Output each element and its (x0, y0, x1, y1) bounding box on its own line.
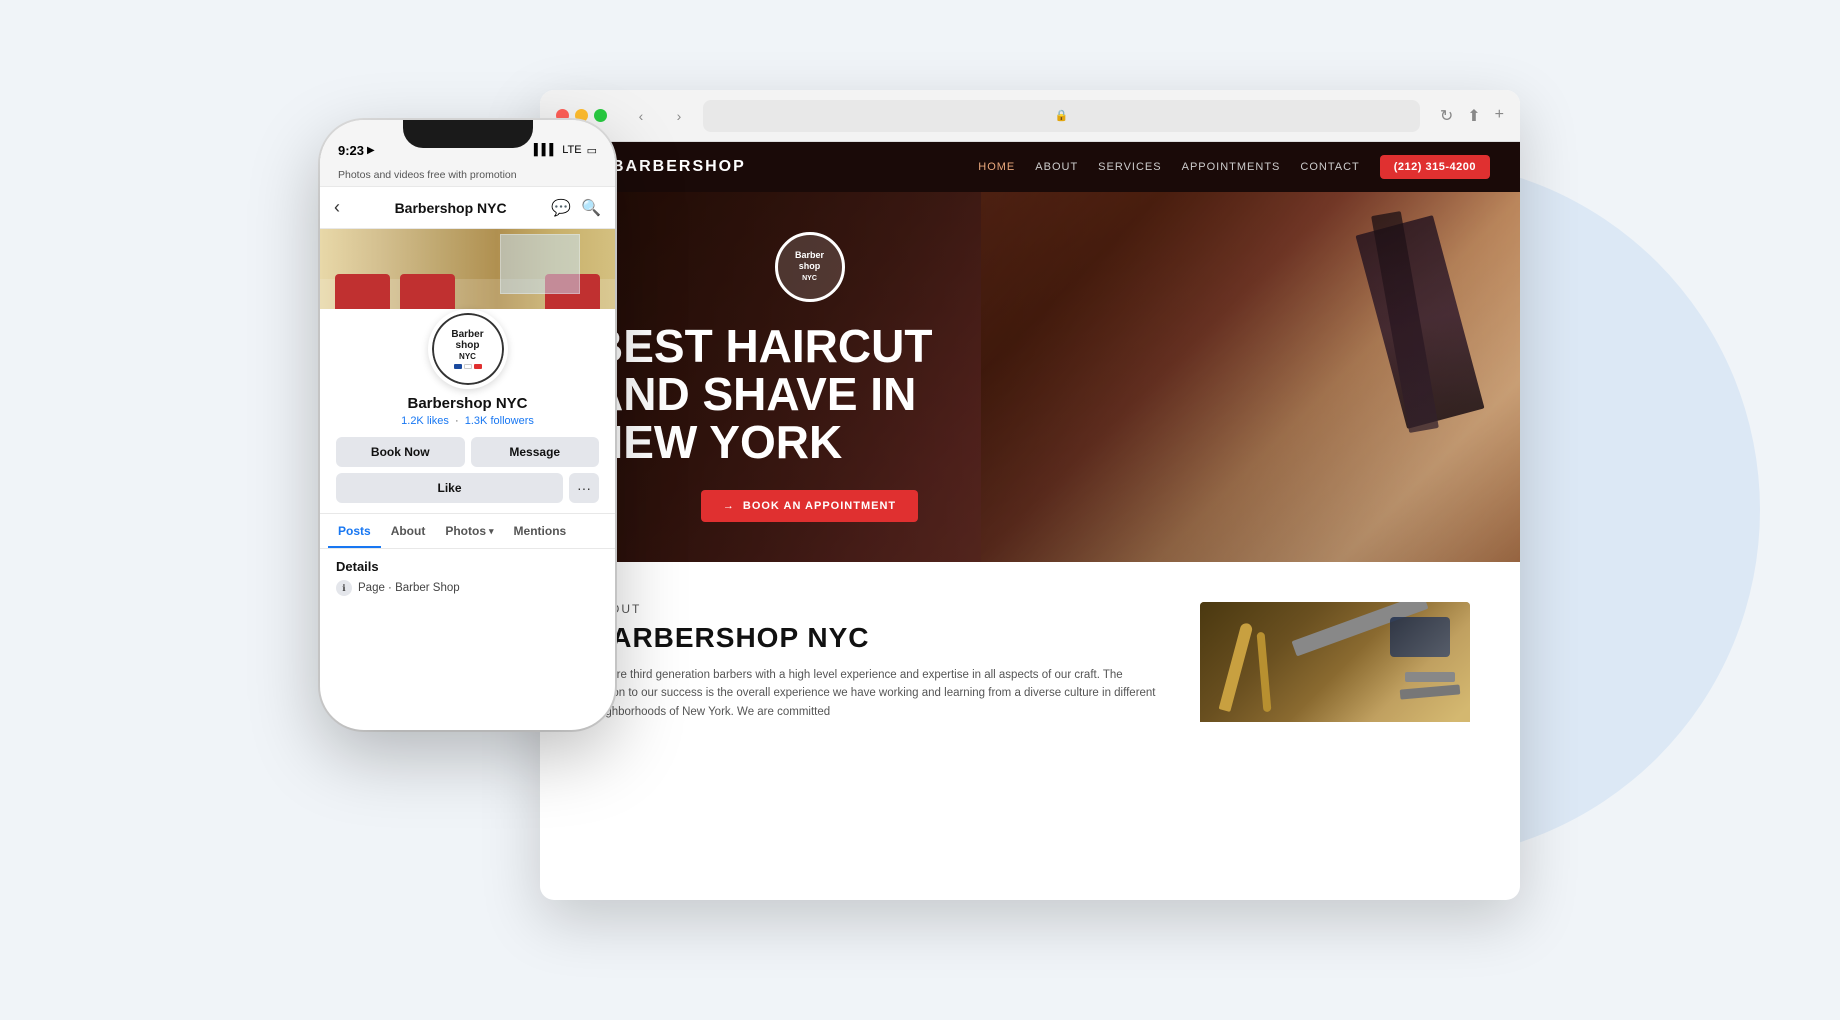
browser-back-button[interactable]: ‹ (627, 102, 655, 130)
browser-forward-button[interactable]: › (665, 102, 693, 130)
new-tab-button[interactable]: + (1495, 106, 1504, 126)
search-icon[interactable]: 🔍 (581, 198, 601, 218)
phone-nav-bar: ‹ Barbershop NYC 💬 🔍 (320, 187, 615, 229)
phone-page-title: Barbershop NYC (350, 200, 551, 216)
cta-label: BOOK AN APPOINTMENT (743, 500, 896, 512)
avatar-line2: shop (451, 340, 483, 352)
site-navigation: Barber shop NYC BARBERSHOP HOME ABOUT SE… (540, 142, 1520, 192)
about-section: ABOUT BARBERSHOP NYC We are third genera… (540, 562, 1520, 722)
browser-actions: ↻ ⬆ + (1440, 106, 1504, 126)
nav-link-appointments[interactable]: APPOINTMENTS (1182, 161, 1281, 173)
hero-section: Barber shop NYC BEST HAIRCUT AND SHAVE I… (540, 192, 1520, 562)
phone-nav-icons: 💬 🔍 (551, 198, 601, 218)
battery-icon: ▭ (587, 144, 597, 157)
fb-page-name: Barbershop NYC (336, 395, 599, 412)
status-time: 9:23 (338, 143, 364, 158)
browser-chrome: ‹ › 🔒 ↻ ⬆ + (540, 90, 1520, 142)
tab-photos-dropdown: Photos ▾ (445, 524, 493, 538)
phone-notch (403, 120, 533, 148)
avatar-inner: Barber shop NYC (432, 313, 504, 385)
chevron-down-icon: ▾ (489, 526, 494, 537)
about-text: ABOUT BARBERSHOP NYC We are third genera… (590, 602, 1160, 721)
fb-avatar: Barber shop NYC (428, 309, 508, 389)
website-content: Barber shop NYC BARBERSHOP HOME ABOUT SE… (540, 142, 1520, 900)
like-button[interactable]: Like (336, 473, 563, 503)
likes-count: 1.2K (401, 415, 424, 427)
share-button[interactable]: ⬆ (1467, 106, 1480, 126)
followers-label: followers (490, 415, 533, 427)
avatar-line3: NYC (451, 352, 483, 361)
avatar-line1: Barber (451, 329, 483, 341)
tab-photos[interactable]: Photos ▾ (435, 514, 503, 548)
reload-button[interactable]: ↻ (1440, 106, 1453, 126)
scene-container: ‹ › 🔒 ↻ ⬆ + Barber shop NYC (320, 60, 1520, 960)
phone-back-button[interactable]: ‹ (334, 197, 340, 218)
tab-about[interactable]: About (381, 514, 436, 548)
about-image (1200, 602, 1470, 722)
hero-cta-button[interactable]: → BOOK AN APPOINTMENT (701, 490, 918, 522)
tab-mentions[interactable]: Mentions (504, 514, 577, 548)
page-category-label: Page · Barber Shop (358, 582, 460, 594)
cta-arrow: → (723, 500, 735, 512)
fb-page-stats: 1.2K likes · 1.3K followers (336, 415, 599, 427)
fb-action-buttons-row2: Like ··· (336, 473, 599, 503)
fb-action-buttons-row1: Book Now Message (336, 437, 599, 467)
nav-phone-button[interactable]: (212) 315-4200 (1380, 155, 1490, 179)
hero-content: Barber shop NYC BEST HAIRCUT AND SHAVE I… (540, 232, 1079, 523)
info-icon: ℹ (336, 580, 352, 596)
tab-posts[interactable]: Posts (328, 514, 381, 548)
about-section-title: BARBERSHOP NYC (590, 622, 1160, 654)
browser-window: ‹ › 🔒 ↻ ⬆ + Barber shop NYC (540, 90, 1520, 900)
address-bar[interactable]: 🔒 (703, 100, 1420, 132)
signal-icon: ▌▌▌ (534, 144, 557, 156)
nav-link-services[interactable]: SERVICES (1098, 161, 1161, 173)
followers-count: 1.3K (465, 415, 488, 427)
phone-frame: 9:23 ▶ ▌▌▌ LTE ▭ Photos and videos free … (320, 120, 615, 730)
fb-detail-item: ℹ Page · Barber Shop (336, 580, 599, 596)
lte-label: LTE (562, 144, 581, 156)
more-options-button[interactable]: ··· (569, 473, 599, 503)
fb-details-section: Details ℹ Page · Barber Shop (320, 549, 615, 606)
lock-icon: 🔒 (1055, 109, 1069, 122)
hero-title: BEST HAIRCUT AND SHAVE IN NEW YORK (590, 322, 1029, 467)
nav-link-contact[interactable]: CONTACT (1300, 161, 1359, 173)
messenger-icon[interactable]: 💬 (551, 198, 571, 218)
status-icons: ▌▌▌ LTE ▭ (534, 144, 597, 157)
hero-logo-badge: Barber shop NYC (775, 232, 845, 302)
message-button[interactable]: Message (471, 437, 600, 467)
promo-bar: Photos and videos free with promotion (320, 164, 615, 187)
about-description: We are third generation barbers with a h… (590, 666, 1160, 721)
site-logo-text: BARBERSHOP (612, 158, 746, 176)
location-arrow-icon: ▶ (367, 145, 375, 156)
nav-link-about[interactable]: ABOUT (1035, 161, 1078, 173)
window (500, 234, 580, 294)
fb-tabs: Posts About Photos ▾ Mentions (320, 514, 615, 549)
about-section-label: ABOUT (590, 602, 1160, 616)
site-nav-links: HOME ABOUT SERVICES APPOINTMENTS CONTACT… (978, 155, 1490, 179)
fb-profile-section: Barber shop NYC Barbershop NYC 1.2K (320, 309, 615, 514)
nav-link-home[interactable]: HOME (978, 161, 1015, 173)
book-now-button[interactable]: Book Now (336, 437, 465, 467)
fb-details-title: Details (336, 559, 599, 574)
